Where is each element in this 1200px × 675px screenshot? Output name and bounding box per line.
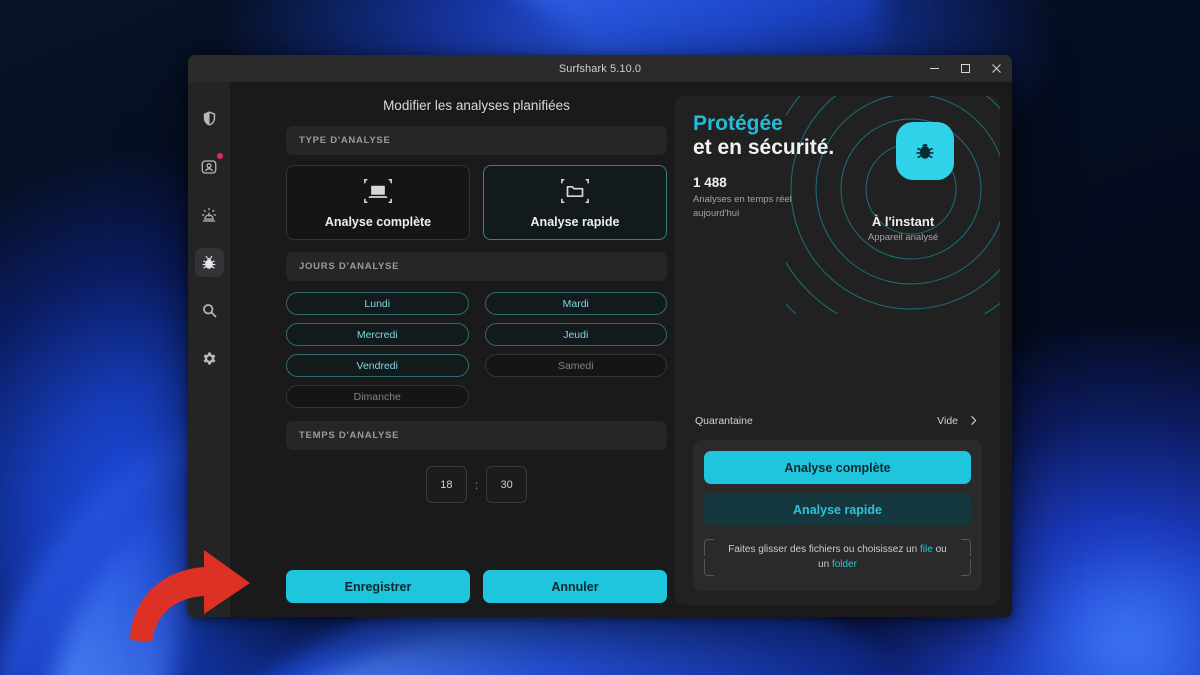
dropzone-corner-bl — [704, 559, 714, 576]
chevron-right-icon — [967, 414, 980, 427]
file-dropzone[interactable]: Faites glisser des fichiers ou choisisse… — [704, 535, 971, 580]
hour-input[interactable]: 18 — [425, 466, 467, 503]
dropzone-corner-tr — [961, 539, 971, 556]
dropzone-folder-link[interactable]: folder — [832, 559, 857, 570]
day-chip-mardi[interactable]: Mardi — [484, 292, 667, 315]
time-separator: : — [474, 477, 479, 492]
sidebar-item-antivirus[interactable] — [194, 248, 224, 277]
day-chip-lundi[interactable]: Lundi — [286, 292, 469, 315]
device-status-value: À l'instant — [871, 214, 935, 229]
window-title: Surfshark 5.10.0 — [558, 62, 642, 75]
gear-icon — [203, 352, 215, 365]
laptop-scan-icon — [364, 178, 392, 204]
section-header-scan-type: TYPE D'ANALYSE — [286, 126, 667, 155]
sidebar-item-search[interactable] — [195, 296, 224, 325]
page-title: Modifier les analyses planifiées — [383, 98, 570, 113]
day-chip-dimanche[interactable]: Dimanche — [286, 385, 469, 408]
status-panel: Protégée et en sécurité. 1 488 Analyses … — [675, 96, 1000, 605]
minute-input[interactable]: 30 — [486, 466, 528, 503]
bug-icon — [202, 255, 216, 269]
content-area: Modifier les analyses planifiées TYPE D'… — [230, 82, 1012, 617]
save-button[interactable]: Enregistrer — [286, 570, 470, 603]
sidebar-item-vpn-shield[interactable] — [195, 104, 224, 133]
app-body: Modifier les analyses planifiées TYPE D'… — [188, 82, 1012, 617]
window-titlebar[interactable]: Surfshark 5.10.0 — [188, 55, 1012, 82]
quick-scan-button[interactable]: Analyse rapide — [704, 493, 971, 526]
device-bug-badge — [896, 122, 954, 180]
full-scan-button[interactable]: Analyse complète — [704, 451, 971, 484]
form-actions: Enregistrer Annuler — [286, 570, 667, 605]
time-picker: 18 : 30 — [286, 466, 667, 503]
quarantine-row[interactable]: Quarantaine Vide — [693, 414, 982, 427]
device-status-block: À l'instant Appareil analysé — [828, 214, 978, 243]
quarantine-label: Quarantaine — [695, 414, 753, 427]
section-header-time: TEMPS D'ANALYSE — [286, 421, 667, 450]
notification-badge — [216, 153, 223, 159]
sidebar — [188, 82, 230, 617]
schedule-settings-panel: Modifier les analyses planifiées TYPE D'… — [242, 96, 675, 605]
minimize-icon — [930, 68, 939, 69]
maximize-icon — [961, 64, 970, 73]
wallpaper-glow-bottom-right — [1040, 560, 1200, 675]
dropzone-corner-tl — [704, 539, 714, 556]
scan-type-options: Analyse complète Analyse rapide — [286, 165, 667, 240]
person-id-icon — [201, 159, 217, 174]
device-status-label: Appareil analysé — [867, 232, 939, 243]
window-controls — [919, 55, 1012, 82]
day-chip-mercredi[interactable]: Mercredi — [286, 323, 469, 346]
search-icon — [202, 304, 216, 318]
sidebar-item-settings[interactable] — [195, 344, 224, 373]
minimize-button[interactable] — [919, 55, 950, 82]
section-header-days: JOURS D'ANALYSE — [286, 252, 667, 281]
maximize-button[interactable] — [950, 55, 981, 82]
desktop-wallpaper: Surfshark 5.10.0 Modifier les analyses p… — [0, 0, 1200, 675]
cancel-button[interactable]: Annuler — [483, 570, 667, 603]
days-grid: Lundi Mardi Mercredi Jeudi Vendredi Same… — [286, 292, 667, 408]
sidebar-item-alert[interactable] — [195, 200, 224, 229]
folder-scan-icon — [561, 178, 589, 204]
dropzone-file-link[interactable]: file — [920, 544, 933, 555]
scan-actions-card: Analyse complète Analyse rapide Faites g… — [693, 440, 982, 591]
quarantine-value: Vide — [937, 414, 958, 427]
dropzone-corner-br — [961, 559, 971, 576]
close-button[interactable] — [981, 55, 1012, 82]
scan-type-option-quick[interactable]: Analyse rapide — [483, 165, 667, 240]
alert-icon — [201, 207, 217, 222]
close-icon — [992, 64, 1001, 73]
day-chip-samedi[interactable]: Samedi — [484, 354, 667, 377]
dropzone-text: Faites glisser des fichiers ou choisisse… — [728, 544, 918, 555]
day-chip-vendredi[interactable]: Vendredi — [286, 354, 469, 377]
app-window: Surfshark 5.10.0 Modifier les analyses p… — [188, 55, 1012, 617]
scan-type-option-full[interactable]: Analyse complète — [286, 165, 470, 240]
scan-type-quick-label: Analyse rapide — [530, 215, 620, 229]
day-chip-jeudi[interactable]: Jeudi — [484, 323, 667, 346]
sidebar-item-alternative-id[interactable] — [195, 152, 224, 181]
scan-type-full-label: Analyse complète — [324, 215, 432, 229]
realtime-scan-label: Analyses en temps réel aujourd'hui — [693, 194, 792, 219]
bug-icon — [916, 143, 934, 159]
shield-icon — [203, 111, 215, 126]
